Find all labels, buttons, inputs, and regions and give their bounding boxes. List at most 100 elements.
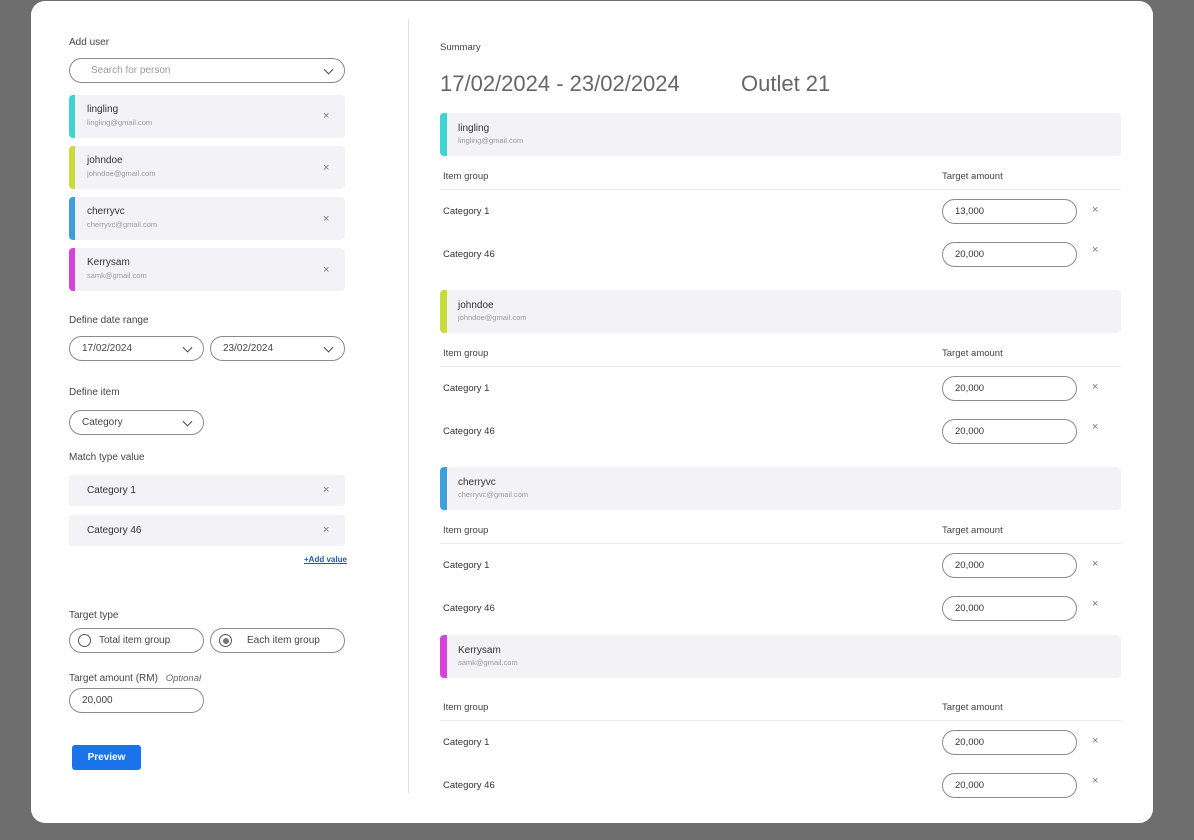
radio-icon[interactable] — [78, 634, 91, 647]
user-color-bar — [440, 635, 447, 678]
target-amount-label: Target amount (RM) Optional — [69, 673, 201, 684]
user-email: cherryvc@gmail.com — [87, 220, 158, 229]
row-amount-input[interactable]: 20,000 — [942, 596, 1077, 621]
col-target-amount: Target amount — [942, 171, 1003, 182]
add-value-link[interactable]: +Add value — [304, 555, 347, 564]
close-icon[interactable]: × — [323, 485, 329, 496]
close-icon[interactable]: × — [1092, 205, 1098, 216]
date-end-select[interactable]: 23/02/2024 — [210, 336, 345, 361]
user-card-kerrysam: Kerrysam samk@gmail.com × — [69, 248, 345, 291]
search-person-input[interactable]: Search for person — [69, 58, 345, 83]
close-icon[interactable]: × — [1092, 559, 1098, 570]
target-amount-input[interactable]: 20,000 — [69, 688, 204, 713]
col-target-amount: Target amount — [942, 702, 1003, 713]
match-value-label: Category 1 — [87, 485, 136, 496]
close-icon[interactable]: × — [1092, 776, 1098, 787]
row-amount-input[interactable]: 20,000 — [942, 242, 1077, 267]
user-name: johndoe — [87, 155, 123, 166]
row-amount-input[interactable]: 20,000 — [942, 773, 1077, 798]
row-amount-input[interactable]: 20,000 — [942, 419, 1077, 444]
date-start-select[interactable]: 17/02/2024 — [69, 336, 204, 361]
row-amount-value: 13,000 — [955, 206, 985, 217]
target-type-total-option[interactable]: Total item group — [69, 628, 204, 653]
close-icon[interactable]: × — [323, 163, 329, 174]
item-select[interactable]: Category — [69, 410, 204, 435]
row-category: Category 1 — [443, 383, 490, 394]
date-range-label: Define date range — [69, 315, 149, 326]
user-name: lingling — [87, 104, 119, 115]
col-item-group: Item group — [443, 525, 489, 536]
summary-user-card: Kerrysam samk@gmail.com — [440, 635, 1121, 678]
summary-user-card: cherryvc cherryvc@gmail.com — [440, 467, 1121, 510]
user-email: lingling@gmail.com — [87, 118, 153, 127]
header-divider — [440, 366, 1121, 367]
col-target-amount: Target amount — [942, 348, 1003, 359]
chevron-down-icon[interactable] — [323, 342, 334, 353]
optional-tag: Optional — [165, 673, 202, 684]
header-divider — [440, 720, 1121, 721]
close-icon[interactable]: × — [1092, 736, 1098, 747]
user-color-bar — [69, 95, 75, 138]
user-color-bar — [440, 467, 447, 510]
row-amount-value: 20,000 — [955, 426, 985, 437]
user-color-bar — [440, 290, 447, 333]
search-placeholder: Search for person — [91, 65, 171, 76]
close-icon[interactable]: × — [323, 214, 329, 225]
close-icon[interactable]: × — [1092, 599, 1098, 610]
close-icon[interactable]: × — [1092, 422, 1098, 433]
chevron-down-icon[interactable] — [182, 342, 193, 353]
row-category: Category 46 — [443, 426, 495, 437]
row-amount-value: 20,000 — [955, 780, 985, 791]
user-name: cherryvc — [87, 206, 125, 217]
row-amount-input[interactable]: 13,000 — [942, 199, 1077, 224]
row-amount-input[interactable]: 20,000 — [942, 730, 1077, 755]
date-start-value: 17/02/2024 — [82, 343, 133, 354]
close-icon[interactable]: × — [1092, 382, 1098, 393]
row-amount-value: 20,000 — [955, 737, 985, 748]
target-type-each-option[interactable]: Each item group — [210, 628, 345, 653]
user-card-lingling: lingling lingling@gmail.com × — [69, 95, 345, 138]
col-item-group: Item group — [443, 171, 489, 182]
chevron-down-icon[interactable] — [182, 416, 193, 427]
summary-user-card: johndoe johndoe@gmail.com — [440, 290, 1121, 333]
user-email: samk@gmail.com — [87, 271, 147, 280]
close-icon[interactable]: × — [323, 265, 329, 276]
row-category: Category 46 — [443, 249, 495, 260]
user-name: Kerrysam — [458, 645, 501, 656]
dialog-card: Add user Search for person lingling ling… — [31, 1, 1153, 823]
user-color-bar — [69, 248, 75, 291]
user-color-bar — [69, 197, 75, 240]
target-amount-value: 20,000 — [82, 695, 113, 706]
row-amount-value: 20,000 — [955, 603, 985, 614]
close-icon[interactable]: × — [323, 525, 329, 536]
row-amount-value: 20,000 — [955, 249, 985, 260]
row-amount-value: 20,000 — [955, 560, 985, 571]
close-icon[interactable]: × — [323, 111, 329, 122]
user-name: cherryvc — [458, 477, 496, 488]
match-type-label: Match type value — [69, 452, 145, 463]
chevron-down-icon[interactable] — [323, 64, 334, 75]
user-name: johndoe — [458, 300, 494, 311]
user-card-cherryvc: cherryvc cherryvc@gmail.com × — [69, 197, 345, 240]
radio-selected-icon[interactable] — [219, 634, 232, 647]
match-value-item: Category 46 × — [69, 515, 345, 546]
row-amount-input[interactable]: 20,000 — [942, 376, 1077, 401]
match-value-item: Category 1 × — [69, 475, 345, 506]
close-icon[interactable]: × — [1092, 245, 1098, 256]
column-divider — [408, 19, 409, 793]
target-type-total-label: Total item group — [99, 635, 171, 646]
row-amount-input[interactable]: 20,000 — [942, 553, 1077, 578]
col-item-group: Item group — [443, 348, 489, 359]
target-amount-label-text: Target amount (RM) — [69, 673, 158, 684]
row-amount-value: 20,000 — [955, 383, 985, 394]
user-card-johndoe: johndoe johndoe@gmail.com × — [69, 146, 345, 189]
user-email: johndoe@gmail.com — [458, 313, 527, 322]
user-name: lingling — [458, 123, 490, 134]
row-category: Category 46 — [443, 780, 495, 791]
target-type-each-label: Each item group — [247, 635, 320, 646]
row-category: Category 46 — [443, 603, 495, 614]
add-user-label: Add user — [69, 37, 110, 48]
user-email: samk@gmail.com — [458, 658, 518, 667]
preview-button[interactable]: Preview — [72, 745, 141, 770]
row-category: Category 1 — [443, 737, 490, 748]
